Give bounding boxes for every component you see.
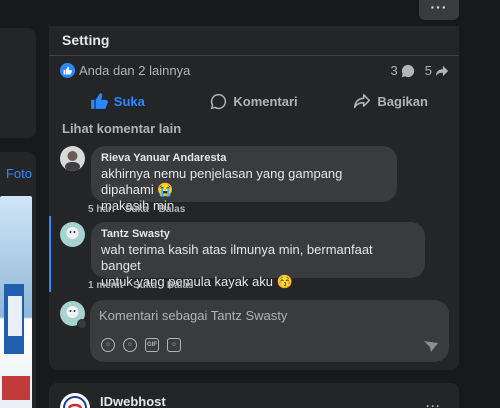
comment-text: akhirnya nemu penjelasan yang gampang di…: [101, 166, 343, 197]
photo-thumbnail[interactable]: [0, 196, 32, 408]
comment-time[interactable]: 1 menit: [88, 280, 123, 291]
thumbnail-graphic: [2, 376, 30, 400]
comment-icon: [211, 93, 227, 109]
post-card: Setting Anda dan 2 lainnya 3 5 Suka Kome…: [49, 26, 459, 370]
left-card-top: [0, 28, 36, 138]
next-post-card: IDwebhost ···: [49, 383, 459, 408]
sticker-icon[interactable]: ☺: [101, 338, 115, 352]
reactions-text: Anda dan 2 lainnya: [79, 63, 191, 78]
divider: [49, 55, 459, 56]
comment-input-placeholder: Komentari sebagai Tantz Swasty: [99, 308, 288, 323]
post-title: Setting: [62, 32, 110, 48]
reactions-summary[interactable]: Anda dan 2 lainnya: [60, 63, 190, 78]
emoji-icon[interactable]: ☺: [123, 338, 137, 352]
comment-label: Komentari: [233, 93, 298, 109]
comment-author[interactable]: Tantz Swasty: [101, 228, 415, 240]
comment-text: wah terima kasih atas ilmunya min, berma…: [101, 242, 373, 273]
page-name[interactable]: IDwebhost: [100, 394, 166, 408]
comment-meta: 1 menit Suka Balas: [88, 280, 194, 291]
avatar-status-icon: [77, 319, 87, 329]
comment-author[interactable]: Rieva Yanuar Andaresta: [101, 152, 387, 164]
avatar-sticker-icon[interactable]: ☺: [167, 338, 181, 352]
avatar[interactable]: [60, 222, 85, 247]
share-icon: [354, 94, 371, 108]
post-counts: 3 5: [391, 63, 449, 78]
comment-bubble: Tantz Swasty wah terima kasih atas ilmun…: [91, 222, 425, 289]
send-icon[interactable]: [423, 338, 439, 354]
like-button[interactable]: Suka: [49, 86, 186, 116]
composer-icon-row: ☺ ☺ GIF ☺: [101, 338, 181, 352]
comment-bubble: Rieva Yanuar Andaresta akhirnya nemu pen…: [91, 146, 397, 213]
comment-time[interactable]: 5 hari: [88, 204, 115, 215]
more-options-button[interactable]: ···: [419, 0, 459, 20]
comment-reply-link[interactable]: Balas: [159, 204, 186, 215]
reply-thread-line: [49, 216, 51, 292]
share-label: Bagikan: [377, 93, 428, 109]
photos-link[interactable]: Foto: [6, 166, 32, 181]
see-more-comments-link[interactable]: Lihat komentar lain: [62, 121, 181, 136]
left-photos-card: Foto: [0, 152, 36, 408]
thumbnail-graphic: [8, 296, 22, 336]
gif-icon[interactable]: GIF: [145, 338, 159, 352]
comment-meta: 5 hari Suka Balas: [88, 204, 185, 215]
avatar[interactable]: [60, 146, 85, 171]
post-more-options-button[interactable]: ···: [426, 399, 441, 408]
like-label: Suka: [113, 93, 145, 109]
share-count[interactable]: 5: [425, 63, 432, 78]
like-icon: [90, 93, 108, 109]
post-actions: Suka Komentari Bagikan: [49, 86, 459, 116]
comment-count[interactable]: 3: [391, 63, 398, 78]
comment-like-link[interactable]: Suka: [133, 280, 157, 291]
page-avatar[interactable]: [60, 393, 90, 408]
comment-count-icon: [401, 64, 414, 77]
comment-input[interactable]: Komentari sebagai Tantz Swasty ☺ ☺ GIF ☺: [90, 300, 449, 362]
comment-button[interactable]: Komentari: [186, 86, 323, 116]
share-button[interactable]: Bagikan: [322, 86, 459, 116]
share-count-icon: [435, 65, 449, 76]
comment-reply-link[interactable]: Balas: [167, 280, 194, 291]
like-reaction-icon: [60, 63, 75, 78]
comment-like-link[interactable]: Suka: [125, 204, 149, 215]
